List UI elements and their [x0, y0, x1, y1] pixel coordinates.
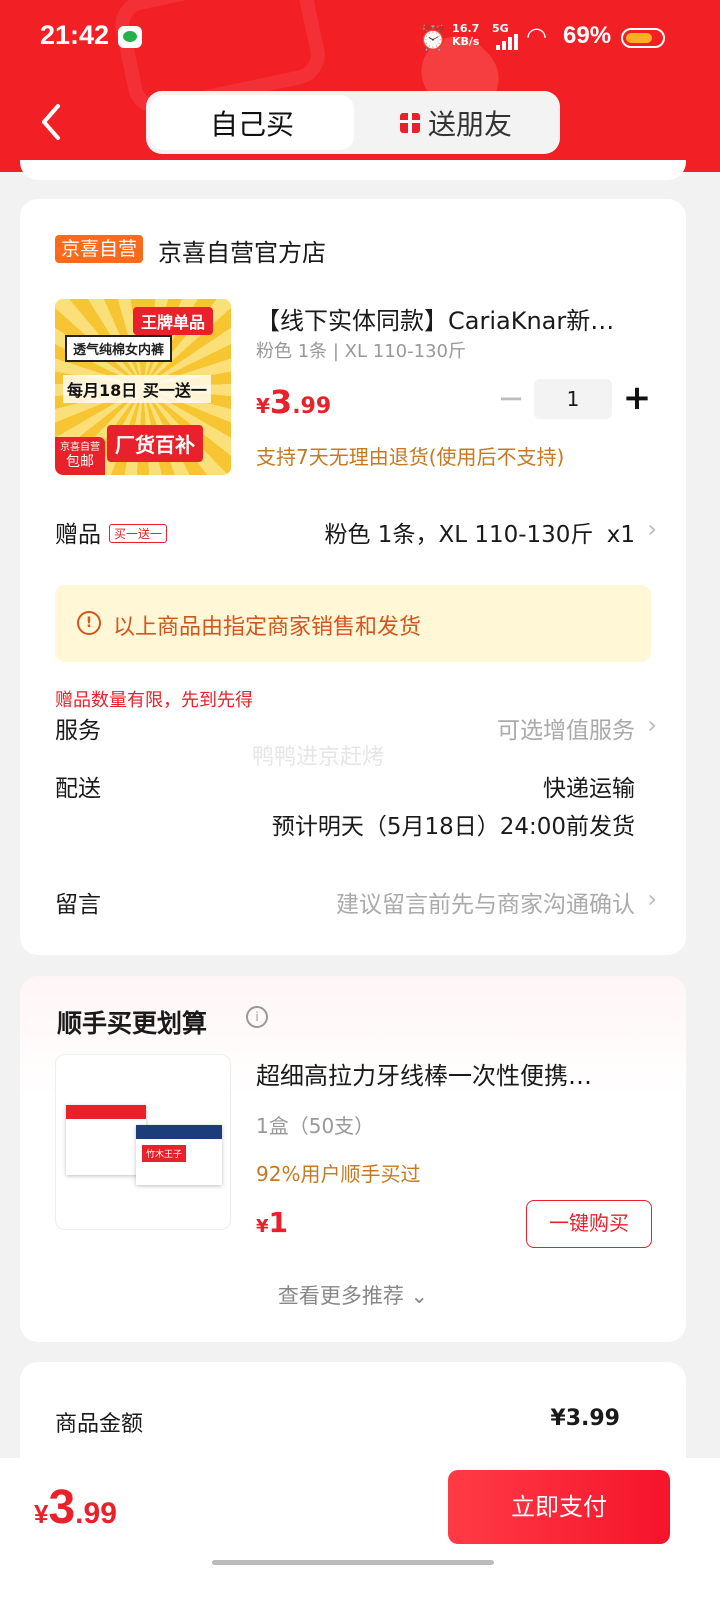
price-int: 3	[269, 383, 293, 421]
product-image[interactable]: 王牌单品 透气纯棉女内裤 每月18日 买一送一 厂货百补 京喜自营 包邮	[55, 299, 231, 475]
tab-label: 自己买	[209, 107, 294, 141]
delivery-method: 快递运输	[543, 776, 635, 802]
status-bar: 21:42 ⏰ 16.7 KB/s 5G ◠ 69%	[0, 0, 720, 76]
wifi-icon: ◠	[526, 22, 547, 50]
gift-count: x1	[606, 522, 635, 548]
recommend-price: ¥1	[256, 1206, 288, 1239]
address-card-bottom	[20, 160, 686, 180]
pay-now-button[interactable]: 立即支付	[448, 1470, 670, 1544]
total-dec: .99	[75, 1497, 117, 1530]
recommend-product-spec: 1盒（50支）	[256, 1114, 375, 1138]
info-icon: !	[77, 611, 101, 635]
goods-amount-value: ¥3.99	[550, 1406, 620, 1431]
thumb-corner-badge: 京喜自营 包邮	[55, 437, 105, 475]
total-price: ¥3.99	[34, 1480, 117, 1535]
quantity-field[interactable]: 1	[534, 379, 612, 419]
price-value: 1	[268, 1206, 289, 1239]
product-price: ¥3.99	[256, 383, 331, 421]
back-button[interactable]	[36, 100, 66, 144]
more-recommendations-link[interactable]: 查看更多推荐 ⌄	[20, 1280, 686, 1310]
chevron-right-icon: ›	[647, 711, 657, 739]
thumb-promo: 每月18日 买一送一	[63, 375, 211, 403]
status-time: 21:42	[40, 20, 110, 50]
product-title[interactable]: 【线下实体同款】CariaKnar新疆…	[256, 301, 636, 336]
corner-line1: 京喜自营	[60, 442, 100, 453]
service-value: 可选增值服务	[497, 718, 635, 744]
checkout-bar: ¥3.99 立即支付	[0, 1458, 720, 1600]
message-placeholder[interactable]: 建议留言前先与商家沟通确认	[336, 885, 635, 919]
price-symbol: ¥	[256, 1216, 269, 1237]
net-speed: 16.7 KB/s	[452, 22, 479, 48]
watermark: 鸭鸭进京赶烤	[252, 745, 385, 770]
product-spec[interactable]: 粉色 1条 | XL 110-130斤	[256, 337, 466, 363]
tab-label: 送朋友	[427, 107, 512, 141]
recommend-card: 顺手买更划算 i 竹木王子 超细高拉力牙线棒一次性便携… 1盒（50支） 92%…	[20, 976, 686, 1342]
thumb-subsidy: 厂货百补	[107, 425, 203, 462]
info-icon[interactable]: i	[246, 1006, 268, 1028]
total-symbol: ¥	[34, 1499, 49, 1529]
recommend-product-image[interactable]: 竹木王子	[55, 1054, 231, 1230]
gift-icon	[399, 112, 420, 133]
seller-notice: ! 以上商品由指定商家销售和发货	[55, 585, 651, 662]
battery-percent: 69%	[563, 22, 612, 49]
gift-limit-text: 赠品数量有限，先到先得	[55, 690, 253, 711]
message-label: 留言	[55, 892, 101, 918]
purchase-mode-switch: 自己买 送朋友	[146, 91, 560, 154]
notice-text: 以上商品由指定商家销售和发货	[113, 615, 422, 640]
tab-send-to-friend[interactable]: 送朋友	[356, 95, 556, 150]
quantity-stepper: − 1 +	[496, 379, 656, 419]
delivery-estimate: 预计明天（5月18日）24:00前发货	[271, 814, 635, 840]
price-dec: .99	[292, 394, 332, 419]
shop-name[interactable]: 京喜自营官方店	[158, 233, 326, 268]
net-speed-value: 16.7	[452, 22, 480, 35]
total-int: 3	[48, 1481, 76, 1534]
gift-label: 赠品	[55, 522, 101, 548]
more-label: 查看更多推荐	[277, 1284, 404, 1308]
chevron-down-icon: ⌄	[410, 1284, 429, 1308]
delivery-label: 配送	[55, 776, 101, 802]
chevron-right-icon: ›	[647, 515, 657, 543]
increase-button[interactable]: +	[622, 379, 652, 419]
tab-buy-for-self[interactable]: 自己买	[150, 95, 354, 150]
thumb-banner: 王牌单品	[133, 307, 214, 335]
thumb-subtitle: 透气纯棉女内裤	[65, 335, 173, 362]
home-indicator[interactable]	[212, 1560, 494, 1565]
battery-icon	[621, 28, 665, 48]
gift-value: 粉色 1条，XL 110-130斤	[324, 522, 594, 548]
corner-line2: 包邮	[66, 454, 94, 470]
gift-tag: 买一送一	[109, 524, 168, 543]
order-card: 京喜自营 京喜自营官方店 王牌单品 透气纯棉女内裤 每月18日 买一送一 厂货百…	[20, 199, 686, 955]
decrease-button[interactable]: −	[496, 379, 526, 419]
chevron-left-icon	[42, 104, 60, 140]
recommend-product-name[interactable]: 超细高拉力牙线棒一次性便携…	[256, 1056, 646, 1091]
alarm-icon: ⏰	[418, 24, 448, 52]
service-label: 服务	[55, 718, 101, 744]
chevron-right-icon: ›	[647, 885, 657, 913]
wechat-icon	[118, 26, 142, 48]
one-click-buy-button[interactable]: 一键购买	[526, 1200, 652, 1248]
goods-amount-label: 商品金额	[55, 1412, 144, 1437]
price-symbol: ¥	[256, 394, 270, 418]
return-policy: 支持7天无理由退货(使用后不支持)	[256, 445, 565, 469]
signal-icon	[496, 34, 522, 50]
header: 21:42 ⏰ 16.7 KB/s 5G ◠ 69% 自己买 送朋友	[0, 0, 720, 172]
shop-badge: 京喜自营	[55, 235, 144, 263]
recommend-stat: 92%用户顺手买过	[256, 1162, 421, 1186]
thumb-label: 竹木王子	[142, 1145, 187, 1162]
net-speed-unit: KB/s	[452, 35, 480, 48]
recommend-title: 顺手买更划算	[57, 1009, 208, 1038]
